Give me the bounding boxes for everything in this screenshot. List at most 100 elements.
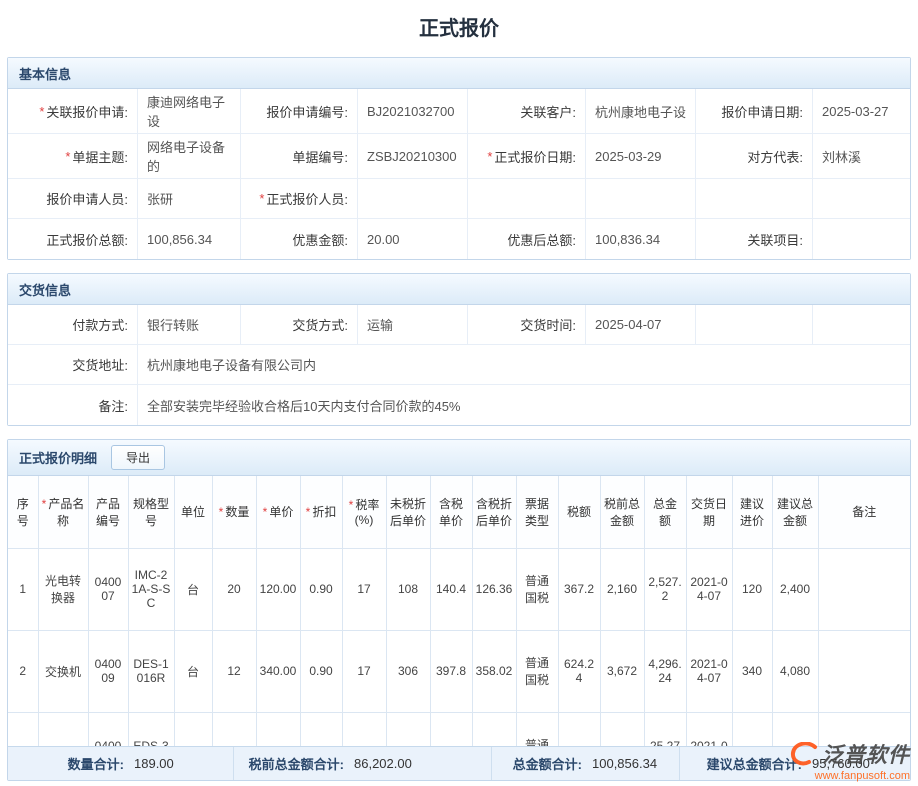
field-value: ZSBJ20210300 [358,134,468,179]
required-asterisk: * [349,498,354,512]
field-label [468,179,586,219]
table-cell: 3,672 [558,712,600,746]
field-value: 100,856.34 [138,219,241,259]
watermark: 泛普软件 www.fanpusoft.com [790,739,910,782]
field-label: 对方代表: [696,134,813,179]
summary-value: 189.00 [134,756,174,771]
column-header: 税额 [558,476,600,548]
summary-label: 数量合计: [18,754,124,773]
summary-label: 建议总金额合计: [690,754,802,773]
table-cell: 397.8 [430,630,472,712]
summary-label: 税前总金额合计: [244,754,344,773]
table-cell: 0.90 [300,712,342,746]
column-header: 总金额 [644,476,686,548]
table-cell: 光电转换器 [38,548,88,630]
required-asterisk: * [259,191,264,206]
table-cell: 17 [342,630,386,712]
column-header: *单价 [256,476,300,548]
table-cell: 126.36 [472,548,516,630]
fanpu-logo-icon [790,742,818,766]
detail-table: 序号*产品名称产品编号规格型号单位*数量*单价*折扣*税率(%)未税折后单价含税… [8,476,910,746]
required-asterisk: * [306,505,311,519]
field-label: 付款方式: [8,305,138,345]
table-cell: DES-1016R [128,630,174,712]
field-label: 报价申请编号: [241,89,358,134]
table-cell: IMC-21A-S-SC [128,548,174,630]
summary-value: 86,202.00 [354,756,412,771]
basic-info-panel: 基本信息 *关联报价申请:康迪网络电子设报价申请编号:BJ2021032700关… [7,57,911,260]
table-cell: 2,527.2 [644,548,686,630]
watermark-brand: 泛普软件 [822,739,910,769]
export-button[interactable]: 导出 [111,445,165,470]
field-label: 交货方式: [241,305,358,345]
delivery-info-title: 交货信息 [19,280,71,299]
required-asterisk: * [263,505,268,519]
field-value: 2025-03-27 [813,89,910,134]
delivery-row1: 付款方式:银行转账交货方式:运输交货时间:2025-04-07 [8,305,910,345]
column-header: 规格型号 [128,476,174,548]
table-cell: 2021-04-07 [686,712,732,746]
basic-info-title: 基本信息 [19,64,71,83]
field-value: BJ2021032700 [358,89,468,134]
detail-table-body: 1光电转换器040007IMC-21A-S-SC台20120.000.90171… [8,548,910,746]
summary-value: 100,856.34 [592,756,657,771]
table-row: 1光电转换器040007IMC-21A-S-SC台20120.000.90171… [8,548,910,630]
field-label [696,305,813,345]
table-cell: 21,600 [600,712,644,746]
field-value: 张研 [138,179,241,219]
field-value: 康迪网络电子设 [138,89,241,134]
field-label: *单据主题: [8,134,138,179]
field-value: 杭州康地电子设备有限公司内 [138,345,910,385]
table-cell: 普通国税 [516,548,558,630]
table-cell: 0.90 [300,630,342,712]
table-cell: 20 [212,548,256,630]
table-cell: 交换机 [38,712,88,746]
column-header: *数量 [212,476,256,548]
required-asterisk: * [65,149,70,164]
field-label: 关联项目: [696,219,813,259]
column-header: 交货日期 [686,476,732,548]
field-value: 100,836.34 [586,219,696,259]
summary-bar: 数量合计: 189.00 税前总金额合计: 86,202.00 总金额合计: 1… [8,746,910,780]
summary-pretax-total: 税前总金额合计: 86,202.00 [234,747,492,780]
field-label: *正式报价人员: [241,179,358,219]
table-cell: 450 [386,712,430,746]
table-cell: 普通国税 [516,712,558,746]
delivery-remark-row: 备注: 全部安装完毕经验收合格后10天内支付合同价款的45% [8,385,910,425]
summary-amount-total: 总金额合计: 100,856.34 [492,747,680,780]
table-cell: 624.24 [558,630,600,712]
table-cell: 台 [174,630,212,712]
field-label: *正式报价日期: [468,134,586,179]
column-header: 建议总金额 [772,476,818,548]
column-header: 含税折后单价 [472,476,516,548]
table-cell: 340.00 [256,630,300,712]
table-cell: 17 [342,548,386,630]
table-cell: 2,400 [772,548,818,630]
column-header: 产品编号 [88,476,128,548]
table-cell: 120.00 [256,548,300,630]
detail-panel: 正式报价明细 导出 序号*产品名称产品编号规格型号单位*数量*单价*折扣*税率(… [7,439,911,781]
basic-info-grid: *关联报价申请:康迪网络电子设报价申请编号:BJ2021032700关联客户:杭… [8,89,910,259]
column-header: 税前总金额 [600,476,644,548]
detail-header-row: 序号*产品名称产品编号规格型号单位*数量*单价*折扣*税率(%)未税折后单价含税… [8,476,910,548]
table-cell [818,548,910,630]
field-value: 运输 [358,305,468,345]
table-cell: 3,672 [600,630,644,712]
table-cell: 3 [8,712,38,746]
table-cell: 1 [8,548,38,630]
column-header: *折扣 [300,476,342,548]
field-value: 全部安装完毕经验收合格后10天内支付合同价款的45% [138,385,910,425]
table-cell: 2021-04-07 [686,548,732,630]
delivery-address-row: 交货地址: 杭州康地电子设备有限公司内 [8,345,910,385]
table-cell: 台 [174,548,212,630]
watermark-top: 泛普软件 [790,739,910,769]
page-title: 正式报价 [0,0,918,57]
field-value: 2025-03-29 [586,134,696,179]
table-cell: 17 [342,712,386,746]
column-header: 未税折后单价 [386,476,430,548]
required-asterisk: * [42,497,47,511]
table-cell: 367.2 [558,548,600,630]
table-cell: 12 [212,630,256,712]
basic-info-header: 基本信息 [8,58,910,89]
field-label: 正式报价总额: [8,219,138,259]
